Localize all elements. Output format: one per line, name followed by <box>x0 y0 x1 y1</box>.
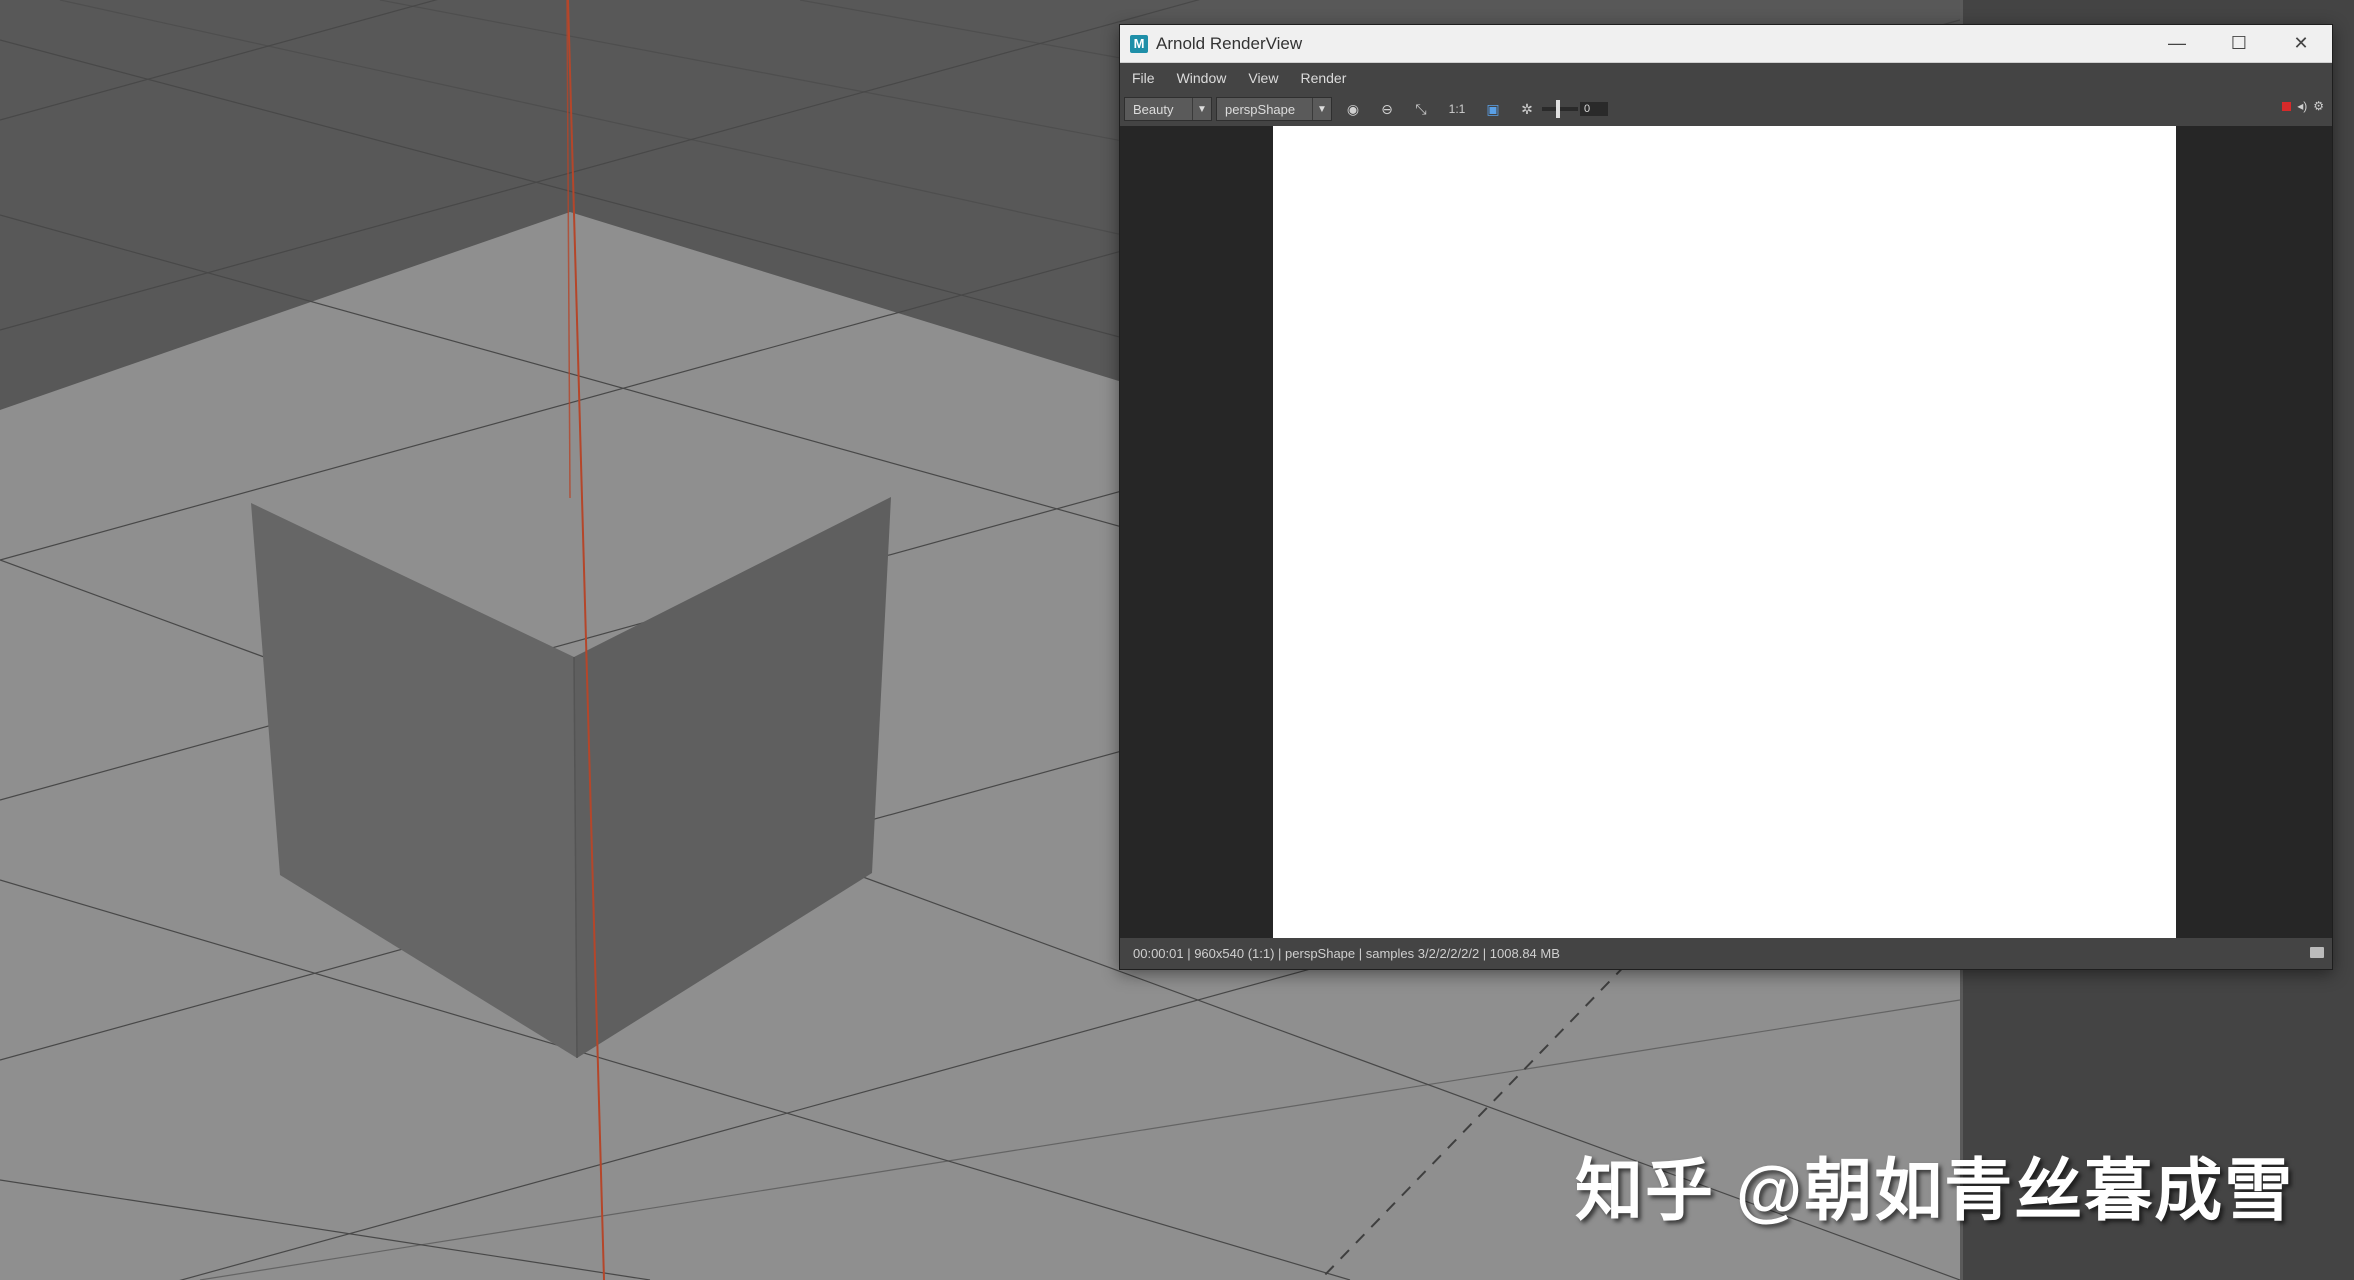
menu-render[interactable]: Render <box>1300 70 1346 86</box>
window-title: Arnold RenderView <box>1156 33 1303 53</box>
chevron-down-icon: ▼ <box>1192 98 1211 120</box>
minimize-button[interactable]: — <box>2146 25 2208 62</box>
aov-dropdown[interactable]: Beauty ▼ <box>1124 97 1212 121</box>
menu-file[interactable]: File <box>1132 70 1155 86</box>
refresh-icon[interactable]: ⤡ <box>1408 96 1434 122</box>
render-image[interactable] <box>1273 126 2176 938</box>
menu-window[interactable]: Window <box>1177 70 1227 86</box>
camera-dropdown[interactable]: perspShape ▼ <box>1216 97 1332 121</box>
gear-icon[interactable]: ⚙ <box>2313 99 2324 113</box>
chevron-down-icon: ▼ <box>1312 98 1331 120</box>
snapshot-icon[interactable] <box>2310 947 2324 958</box>
exposure-value[interactable]: 0 <box>1580 102 1608 116</box>
maya-app-icon: M <box>1130 34 1148 53</box>
menu-bar: File Window View Render <box>1120 63 2332 93</box>
channels-icon[interactable]: ⊖ <box>1374 96 1400 122</box>
crop-region-icon[interactable]: ▣ <box>1480 96 1506 122</box>
render-status-icon[interactable] <box>2282 101 2292 111</box>
ipr-icon[interactable]: ◂) <box>2297 99 2307 113</box>
watermark-text: 知乎 @朝如青丝暮成雪 <box>1575 1153 2295 1229</box>
camera-dropdown-value: perspShape <box>1225 101 1296 117</box>
window-controls: — ☐ ✕ <box>2146 25 2332 62</box>
toolbar-right-icons: ◂) ⚙ <box>2282 99 2324 113</box>
render-canvas-area[interactable] <box>1120 126 2332 938</box>
exposure-slider[interactable] <box>1542 100 1578 118</box>
ratio-button[interactable]: 1:1 <box>1442 96 1472 122</box>
arnold-renderview-window[interactable]: M Arnold RenderView — ☐ ✕ File Window Vi… <box>1119 24 2333 970</box>
render-toolbar: Beauty ▼ perspShape ▼ ◉ ⊖ ⤡ 1:1 ▣ ✲ 0 ◂)… <box>1120 93 2332 125</box>
close-button[interactable]: ✕ <box>2270 25 2332 62</box>
maximize-button[interactable]: ☐ <box>2208 25 2270 62</box>
menu-view[interactable]: View <box>1248 70 1278 86</box>
display-icon[interactable]: ◉ <box>1340 96 1366 122</box>
title-bar[interactable]: M Arnold RenderView — ☐ ✕ <box>1120 25 2332 63</box>
slider-handle[interactable] <box>1556 100 1560 118</box>
aov-dropdown-value: Beauty <box>1133 101 1174 117</box>
status-bar: 00:00:01 | 960x540 (1:1) | perspShape | … <box>1120 938 2332 969</box>
status-text: 00:00:01 | 960x540 (1:1) | perspShape | … <box>1133 946 1560 961</box>
exposure-icon[interactable]: ✲ <box>1514 96 1540 122</box>
